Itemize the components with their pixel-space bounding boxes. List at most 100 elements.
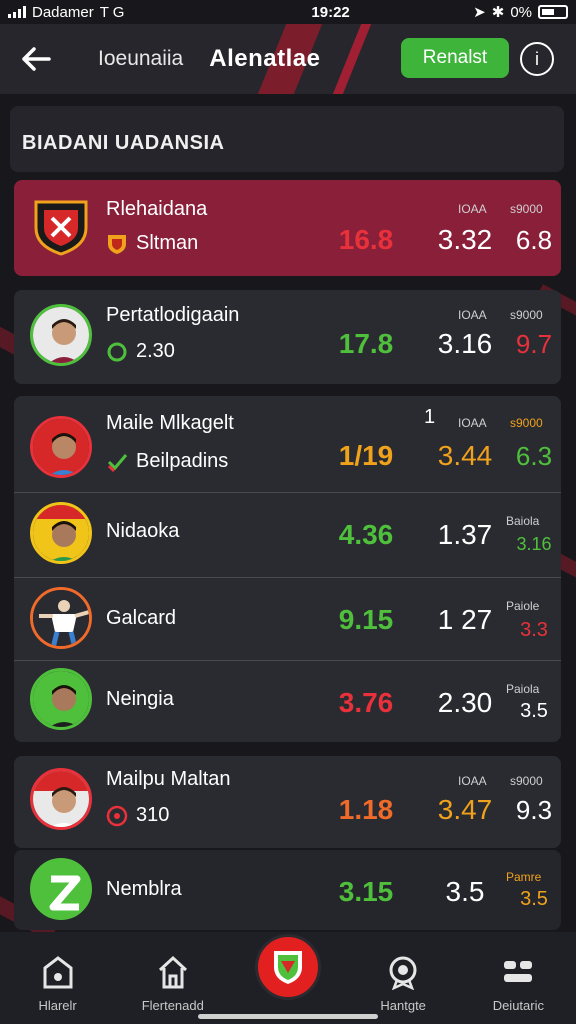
player-sub: 310 [106, 804, 169, 827]
column-header: IOAA [458, 308, 487, 322]
player-avatar [30, 304, 92, 366]
center-action-button[interactable] [255, 934, 321, 1000]
player-row[interactable]: Neingia Paiola 3.76 2.30 3.5 [14, 660, 561, 742]
stat-main: 4.36 [338, 519, 394, 550]
stat-main: 17.8 [338, 328, 394, 359]
player-name: Maile Mlkagelt [106, 412, 234, 434]
player-name: Neingia [106, 688, 174, 710]
player-name: Galcard [106, 607, 177, 629]
player-row[interactable]: Maile Mlkagelt Beilpadins 1 IOAA s9000 1… [14, 396, 561, 492]
nav-item-house[interactable]: Flertenadd [123, 952, 223, 1013]
player-row[interactable]: Nemblra Pamre 3.15 3.5 3.5 [14, 850, 561, 930]
player-avatar [30, 768, 92, 830]
column-header: IOAA [458, 202, 487, 216]
status-bar: Dadamer T G 19:22 ➤ ✱ 0% [0, 0, 576, 24]
nav-label: Flertenadd [141, 998, 204, 1013]
home-icon [38, 952, 78, 992]
column-header: IOAA [458, 774, 487, 788]
player-avatar [30, 416, 92, 478]
refresh-button[interactable]: Renalst [401, 38, 509, 78]
stat-tertiary: 6.8 [515, 225, 553, 255]
grid-icon [498, 952, 538, 992]
clock: 19:22 [311, 3, 350, 21]
house-outline-icon [153, 952, 193, 992]
stat-tertiary: 3.16 [516, 534, 552, 554]
target-icon [106, 805, 128, 827]
stat-tertiary: 9.7 [515, 329, 553, 359]
nav-label: Hlarelr [38, 998, 77, 1013]
stat-secondary: 2.30 [437, 687, 493, 718]
stat-main: 3.15 [338, 876, 394, 907]
app-header: Ioeunaiia Alenatlae Renalst i [0, 24, 576, 94]
player-row[interactable]: Mailpu Maltan 310 IOAA s9000 1.18 3.47 9… [14, 756, 561, 848]
stat-secondary: 3.16 [437, 328, 493, 359]
column-header: Paiole [506, 599, 540, 613]
z-logo-icon [30, 858, 92, 920]
shield-icon [106, 233, 128, 255]
section-title: BIADANI UADANSIA [22, 132, 225, 154]
battery-percent: 0% [510, 3, 532, 21]
player-avatar [30, 502, 92, 564]
nav-item-home[interactable]: Hlarelr [8, 952, 108, 1013]
player-row[interactable]: Galcard Paiole 9.15 1 27 3.3 [14, 577, 561, 660]
coin-icon [106, 341, 128, 363]
stat-secondary: 1 27 [437, 604, 493, 635]
column-header: s9000 [510, 416, 543, 430]
column-header: Pamre [506, 870, 542, 884]
back-arrow-icon [22, 47, 51, 71]
stat-secondary: 3.44 [437, 440, 493, 471]
info-button[interactable]: i [520, 42, 554, 76]
nav-item-grid[interactable]: Deiutaric [468, 952, 568, 1013]
status-extra: T G [99, 3, 125, 21]
stat-secondary: 1.37 [437, 519, 493, 550]
player-sub-text: 310 [136, 804, 170, 826]
nav-label: Deiutaric [492, 998, 544, 1013]
column-header: s9000 [510, 308, 543, 322]
player-name: Pertatlodigaain [106, 304, 240, 326]
stat-secondary: 3.32 [437, 224, 493, 255]
signal-icon [8, 6, 26, 18]
back-button[interactable] [14, 37, 58, 81]
player-row[interactable]: Rlehaidana Sltman IOAA s9000 16.8 3.32 6… [14, 180, 561, 276]
location-icon: ➤ [473, 4, 486, 21]
nav-label: Hantgte [380, 998, 426, 1013]
player-sub-text: Sltman [136, 232, 199, 254]
player-row[interactable]: Nidaoka Baiola 4.36 1.37 3.16 [14, 492, 561, 577]
player-name: Mailpu Maltan [106, 768, 231, 790]
header-subtitle: Ioeunaiia [98, 47, 184, 70]
stat-main: 16.8 [338, 224, 394, 255]
header-decoration [324, 24, 376, 94]
player-name: Rlehaidana [106, 198, 208, 220]
player-name: Nidaoka [106, 520, 180, 542]
team-logo-icon [30, 196, 92, 258]
stat-tertiary: 6.3 [515, 441, 553, 471]
column-header: s9000 [510, 774, 543, 788]
stat-tertiary: 3.5 [520, 888, 548, 910]
battery-icon [538, 5, 568, 19]
stat-tertiary: 9.3 [515, 795, 553, 825]
home-indicator [198, 1014, 378, 1019]
stat-tertiary: 3.3 [520, 619, 548, 641]
brand-logo: Alenatlae [209, 45, 321, 72]
nav-item-badge[interactable]: Hantgte [353, 952, 453, 1013]
player-avatar [30, 668, 92, 730]
stat-tertiary: 3.5 [520, 700, 548, 722]
shield-emblem-icon [274, 951, 302, 984]
column-header: s9000 [510, 202, 543, 216]
column-marker: 1 [424, 406, 436, 428]
player-avatar [30, 587, 92, 649]
badge-icon [383, 952, 423, 992]
column-header: Paiola [506, 682, 540, 696]
column-header: Baiola [506, 514, 540, 528]
player-row[interactable]: Pertatlodigaain 2.30 IOAA s9000 17.8 3.1… [14, 290, 561, 384]
stat-main: 1.18 [338, 794, 394, 825]
player-name: Nemblra [106, 878, 182, 900]
stat-main: 9.15 [338, 604, 394, 635]
check-icon [106, 451, 128, 473]
stat-secondary: 3.47 [437, 794, 493, 825]
player-sub: 2.30 [106, 340, 175, 363]
section-header: BIADANI UADANSIA [10, 106, 564, 172]
column-header: IOAA [458, 416, 487, 430]
carrier-name: Dadamer [32, 3, 94, 21]
stat-secondary: 3.5 [445, 876, 485, 907]
